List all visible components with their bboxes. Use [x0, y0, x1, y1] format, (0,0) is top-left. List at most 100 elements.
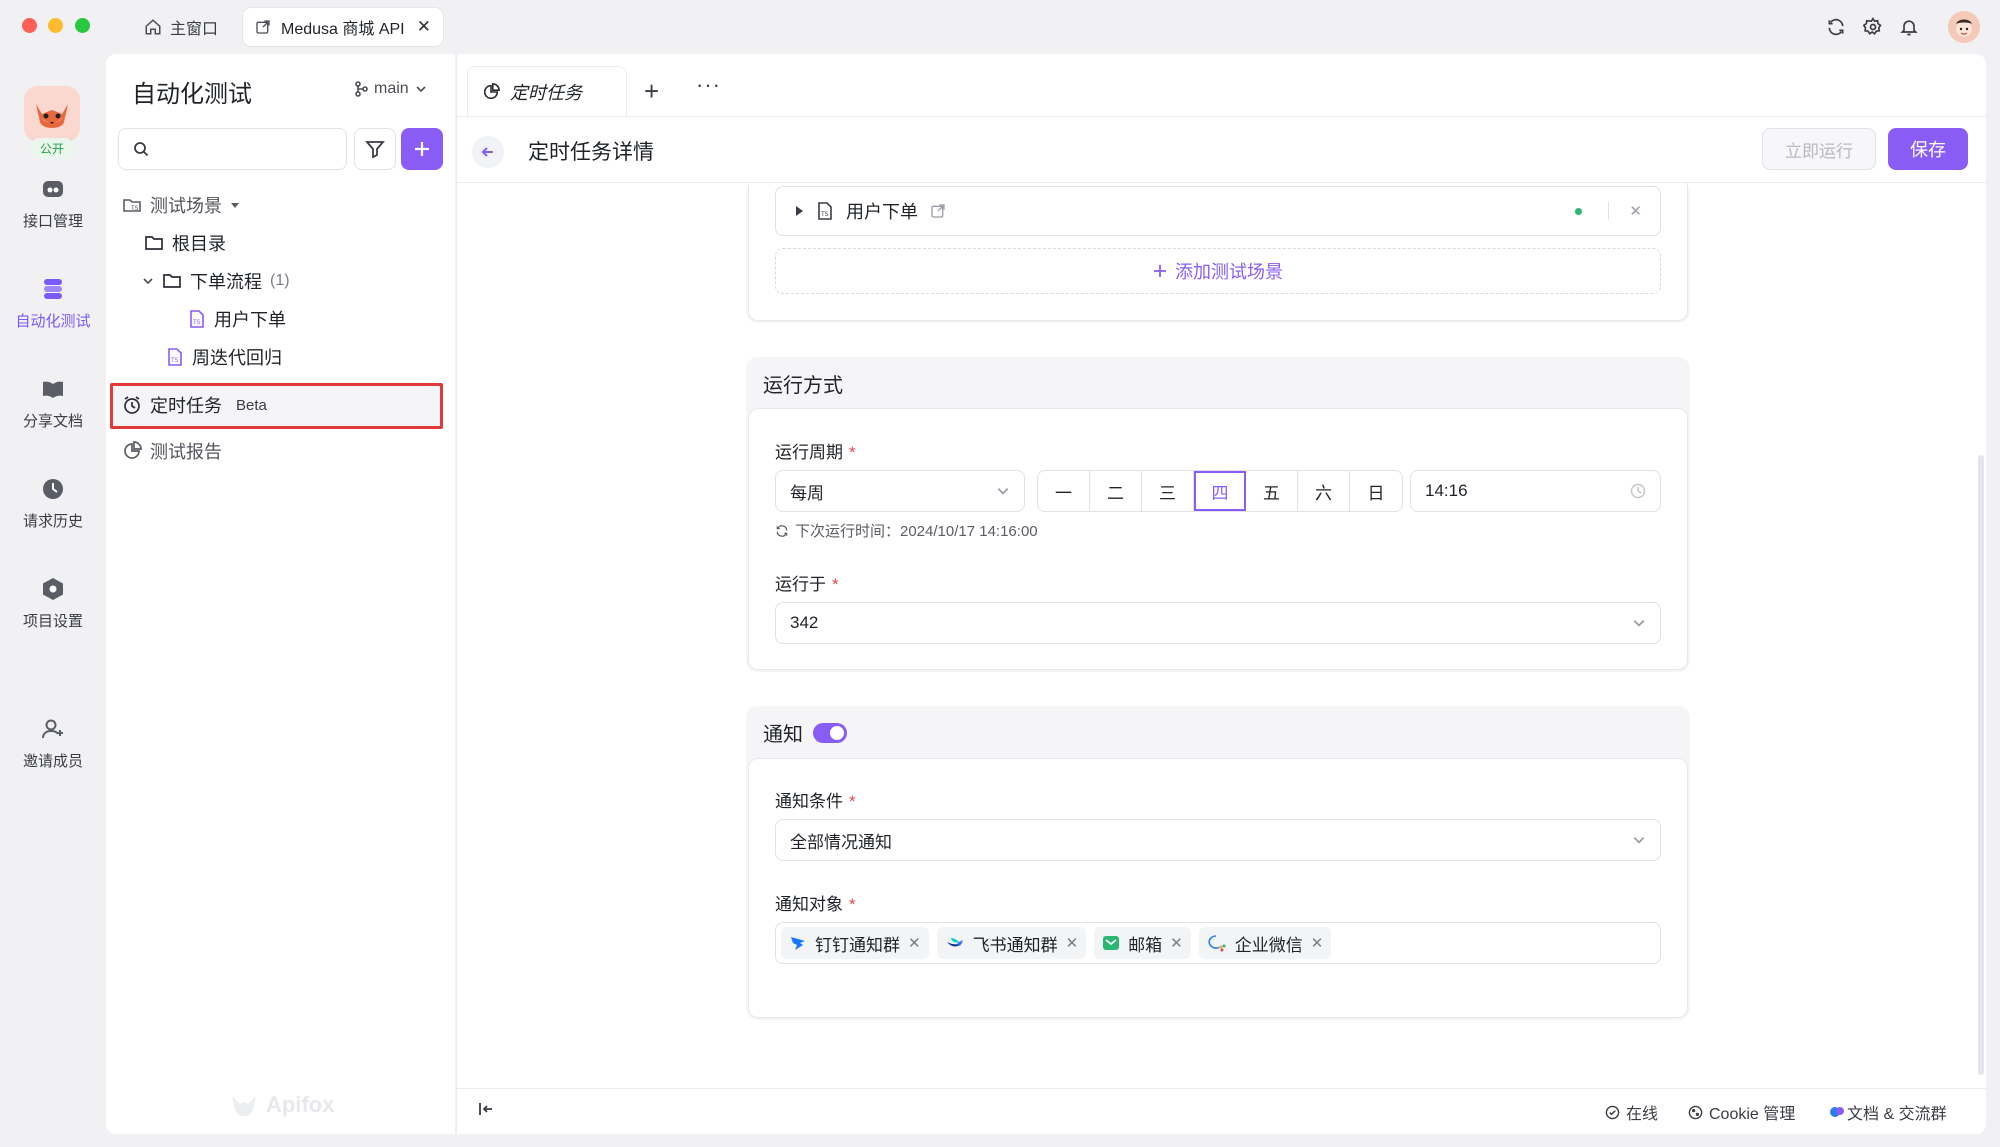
notify-target-label: 通知对象 *	[775, 890, 856, 915]
weekday-sat[interactable]: 六	[1298, 471, 1350, 511]
filter-button[interactable]	[354, 128, 396, 170]
rail-item-history[interactable]: 请求历史	[0, 476, 106, 531]
tab-scheduled-task[interactable]: 定时任务	[467, 66, 627, 116]
new-tab-button[interactable]: +	[644, 76, 659, 107]
tree-root[interactable]: 根目录	[144, 228, 226, 258]
save-button[interactable]: 保存	[1888, 128, 1968, 170]
filter-icon	[365, 139, 385, 159]
remove-chip-icon[interactable]: ✕	[1311, 934, 1324, 952]
run-now-button[interactable]: 立即运行	[1762, 128, 1876, 170]
rail-item-project-settings[interactable]: 项目设置	[0, 576, 106, 631]
rail-item-api[interactable]: 接口管理	[0, 176, 106, 231]
search-input[interactable]	[157, 140, 337, 158]
tree-test-scenarios[interactable]: TS 测试场景	[122, 190, 240, 220]
apifox-logo-icon	[230, 1092, 258, 1118]
target-label-text: 通知对象	[775, 895, 843, 914]
tree-scheduled-tasks[interactable]: 定时任务 Beta	[122, 390, 267, 420]
docs-label: 文档 & 交流群	[1847, 1106, 1947, 1123]
tree-case-regression[interactable]: TS 周迭代回归	[166, 342, 282, 372]
back-button[interactable]	[472, 136, 504, 168]
svg-text:TS: TS	[820, 211, 829, 218]
email-icon	[1102, 934, 1120, 952]
online-status[interactable]: 在线	[1605, 1100, 1658, 1124]
folder-icon	[162, 272, 182, 290]
notify-target-select[interactable]: 钉钉通知群 ✕ 飞书通知群 ✕ 邮箱 ✕ 企业微信 ✕	[775, 922, 1661, 964]
scenario-row[interactable]: TS 用户下单 ✕	[775, 186, 1661, 236]
cycle-value: 每周	[790, 483, 824, 503]
weekday-fri[interactable]: 五	[1246, 471, 1298, 511]
refresh-icon[interactable]	[1823, 14, 1849, 40]
minimize-window-button[interactable]	[48, 18, 63, 33]
gear-icon[interactable]	[1860, 14, 1886, 40]
condition-label-text: 通知条件	[775, 792, 843, 811]
wecom-icon	[1207, 934, 1227, 952]
remove-chip-icon[interactable]: ✕	[1066, 934, 1079, 952]
collapse-sidebar-icon[interactable]	[477, 1100, 495, 1118]
run-on-select[interactable]: 342	[775, 602, 1661, 644]
caret-right-icon	[794, 205, 804, 217]
status-dot	[1575, 207, 1583, 215]
rail-item-label: 自动化测试	[15, 313, 91, 330]
branch-icon	[354, 81, 368, 97]
tree-folder-order-flow[interactable]: 下单流程 (1)	[142, 266, 290, 296]
svg-text:TS: TS	[130, 205, 139, 212]
tree-label: 根目录	[172, 234, 226, 254]
time-value: 14:16	[1425, 481, 1468, 500]
home-icon	[144, 18, 162, 36]
close-icon[interactable]: ✕	[1629, 202, 1642, 220]
target-chip-feishu: 飞书通知群 ✕	[936, 927, 1087, 959]
test-case-icon: TS	[816, 201, 834, 221]
rail-item-label: 接口管理	[22, 213, 83, 230]
feishu-icon	[945, 934, 965, 952]
tree-case-user-order[interactable]: TS 用户下单	[188, 304, 286, 334]
chip-label: 钉钉通知群	[815, 935, 900, 955]
target-chip-dingtalk: 钉钉通知群 ✕	[781, 927, 929, 959]
add-scenario-button[interactable]: 添加测试场景	[775, 248, 1661, 294]
search-icon	[133, 141, 149, 157]
remove-chip-icon[interactable]: ✕	[1170, 934, 1183, 952]
notify-condition-select[interactable]: 全部情况通知	[775, 819, 1661, 861]
more-tabs-icon[interactable]: ···	[696, 72, 721, 98]
cycle-select[interactable]: 每周	[775, 470, 1025, 512]
tab-project[interactable]: Medusa 商城 API ✕	[243, 8, 443, 46]
user-avatar[interactable]	[1948, 11, 1980, 43]
scenario-name: 用户下单	[846, 202, 918, 222]
required-mark: *	[832, 575, 839, 594]
maximize-window-button[interactable]	[75, 18, 90, 33]
test-case-icon: TS	[166, 347, 184, 367]
close-window-button[interactable]	[22, 18, 37, 33]
add-button[interactable]	[401, 128, 443, 170]
plus-icon	[1153, 264, 1167, 278]
weekday-tue[interactable]: 二	[1090, 471, 1142, 511]
tab-home[interactable]: 主窗口	[138, 12, 224, 42]
bell-icon[interactable]	[1896, 14, 1922, 40]
tree-test-reports[interactable]: 测试报告	[122, 436, 222, 466]
search-box[interactable]	[118, 128, 347, 170]
tree-label: 用户下单	[214, 310, 286, 330]
external-link-icon[interactable]	[930, 203, 946, 219]
remove-chip-icon[interactable]: ✕	[908, 934, 921, 952]
weekday-thu[interactable]: 四	[1194, 471, 1246, 511]
cookie-manager[interactable]: Cookie 管理	[1688, 1100, 1795, 1124]
divider	[457, 116, 1986, 117]
close-icon[interactable]: ✕	[417, 17, 431, 37]
branch-selector[interactable]: main	[354, 80, 427, 98]
settings-hex-icon	[40, 576, 66, 602]
rail-item-automation[interactable]: 自动化测试	[0, 276, 106, 331]
add-user-icon	[40, 716, 66, 742]
notify-toggle[interactable]	[813, 722, 847, 743]
docs-community[interactable]: 文档 & 交流群	[1829, 1100, 1947, 1124]
rail-item-invite[interactable]: 邀请成员	[0, 716, 106, 771]
time-picker[interactable]: 14:16	[1410, 470, 1661, 512]
required-mark: *	[849, 895, 856, 914]
weekday-mon[interactable]: 一	[1038, 471, 1090, 511]
cookie-icon	[1688, 1105, 1703, 1120]
scrollbar[interactable]	[1978, 455, 1984, 1075]
tab-home-label: 主窗口	[170, 21, 219, 38]
rail-item-share-docs[interactable]: 分享文档	[0, 376, 106, 431]
project-logo[interactable]	[24, 86, 80, 142]
next-run-text: 下次运行时间：2024/10/17 14:16:00	[795, 523, 1038, 540]
notify-header: 通知	[763, 718, 847, 747]
weekday-wed[interactable]: 三	[1142, 471, 1194, 511]
weekday-sun[interactable]: 日	[1350, 471, 1402, 511]
